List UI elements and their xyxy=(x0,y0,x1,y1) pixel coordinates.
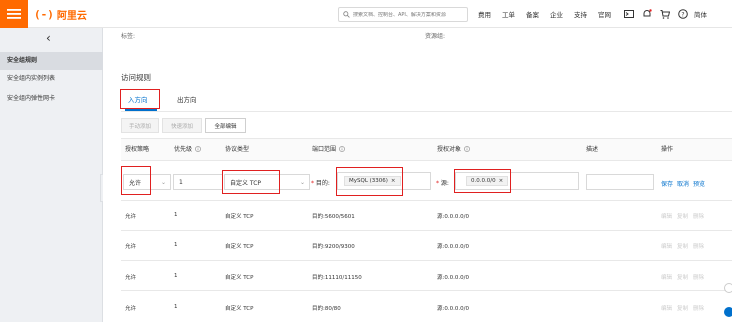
copy-link[interactable]: 复制 xyxy=(677,212,688,220)
highlight-source xyxy=(454,169,511,193)
tab-divider xyxy=(121,111,732,112)
chevron-down-icon: ⌄ xyxy=(160,179,166,186)
main-content: 标签: 资源组: 访问规则 入方向 出方向 手动添加 快速添加 全部编辑 授权策… xyxy=(103,28,732,322)
copy-link[interactable]: 复制 xyxy=(677,242,688,250)
nav-support[interactable]: 支持 xyxy=(574,9,587,19)
feedback-float-button[interactable] xyxy=(724,283,732,293)
divider xyxy=(121,230,732,231)
info-icon xyxy=(464,145,470,152)
delete-link[interactable]: 删除 xyxy=(693,273,704,281)
delete-link[interactable]: 删除 xyxy=(693,242,704,250)
divider xyxy=(121,160,732,161)
col-auth-object: 授权对象 xyxy=(437,144,470,153)
search-icon xyxy=(343,11,350,18)
bulk-edit-button[interactable]: 全部编辑 xyxy=(205,118,246,133)
search-input[interactable] xyxy=(353,11,463,18)
highlight-policy xyxy=(121,166,151,195)
nav-enterprise[interactable]: 企业 xyxy=(550,9,563,19)
aliyun-logo[interactable]: (-) 阿里云 xyxy=(34,6,87,22)
logo-mark: (-) xyxy=(34,7,54,21)
sidebar-item-instances[interactable]: 安全组内实例列表 xyxy=(0,70,103,88)
nav-website[interactable]: 官网 xyxy=(598,9,611,19)
terminal-icon[interactable] xyxy=(622,10,636,18)
col-description: 描述 xyxy=(586,146,599,153)
info-icon xyxy=(339,145,345,152)
col-priority: 优先级 xyxy=(174,144,201,153)
preview-link[interactable]: 预览 xyxy=(693,179,705,188)
col-actions: 操作 xyxy=(661,146,674,153)
svg-text:?: ? xyxy=(681,11,684,18)
tab-outbound[interactable]: 出方向 xyxy=(177,94,197,104)
sidebar-item-rules[interactable]: 安全组规则 xyxy=(0,52,103,70)
sidebar-item-eni[interactable]: 安全组内弹性网卡 xyxy=(0,90,103,108)
bell-icon[interactable] xyxy=(640,9,654,19)
cancel-link[interactable]: 取消 xyxy=(677,179,689,188)
manual-add-button[interactable]: 手动添加 xyxy=(121,118,159,133)
help-float-button[interactable] xyxy=(724,307,732,317)
save-link[interactable]: 保存 xyxy=(661,179,673,188)
edit-link[interactable]: 编辑 xyxy=(661,273,672,281)
edit-link[interactable]: 编辑 xyxy=(661,304,672,312)
divider xyxy=(121,138,732,139)
edit-link[interactable]: 编辑 xyxy=(661,212,672,220)
help-icon[interactable]: ? xyxy=(676,9,690,19)
src-label: * 源: xyxy=(436,180,449,187)
edit-link[interactable]: 编辑 xyxy=(661,242,672,250)
divider xyxy=(121,200,732,201)
dest-label: * 目的: xyxy=(311,180,330,187)
highlight-dest-port xyxy=(336,167,403,196)
menu-icon[interactable] xyxy=(0,0,28,28)
logo-text: 阿里云 xyxy=(56,10,87,22)
table-header xyxy=(121,138,732,160)
copy-link[interactable]: 复制 xyxy=(677,273,688,281)
top-nav: 费用 工单 备案 企业 支持 官网 ? 简体 xyxy=(478,0,718,28)
copy-link[interactable]: 复制 xyxy=(677,304,688,312)
quick-add-button[interactable]: 快速添加 xyxy=(162,118,202,133)
chevron-left-icon[interactable]: ‹ xyxy=(46,31,51,45)
highlight-inbound-tab xyxy=(120,89,160,109)
highlight-protocol xyxy=(222,170,280,194)
tags-label: 标签: xyxy=(121,33,136,40)
cart-icon[interactable] xyxy=(658,9,672,19)
resource-group-label: 资源组: xyxy=(425,33,446,40)
language-switch[interactable]: 简体 xyxy=(694,9,707,19)
section-title: 访问规则 xyxy=(121,73,151,82)
col-port: 端口范围 xyxy=(312,144,345,153)
col-policy: 授权策略 xyxy=(125,146,150,153)
info-icon xyxy=(195,145,201,152)
priority-input[interactable]: 1 xyxy=(173,174,223,190)
delete-link[interactable]: 删除 xyxy=(693,212,704,220)
col-protocol: 协议类型 xyxy=(225,146,250,153)
nav-fee[interactable]: 费用 xyxy=(478,9,491,19)
nav-ticket[interactable]: 工单 xyxy=(502,9,515,19)
sidebar: ‹ 安全组规则 安全组内实例列表 安全组内弹性网卡 xyxy=(0,28,103,322)
chevron-down-icon: ⌄ xyxy=(299,179,305,186)
global-search[interactable] xyxy=(338,7,468,22)
top-bar: (-) 阿里云 费用 工单 备案 企业 支持 官网 ? 简体 xyxy=(0,0,732,28)
divider xyxy=(121,290,732,291)
nav-icp[interactable]: 备案 xyxy=(526,9,539,19)
divider xyxy=(121,260,732,261)
description-input[interactable] xyxy=(586,174,654,190)
delete-link[interactable]: 删除 xyxy=(693,304,704,312)
